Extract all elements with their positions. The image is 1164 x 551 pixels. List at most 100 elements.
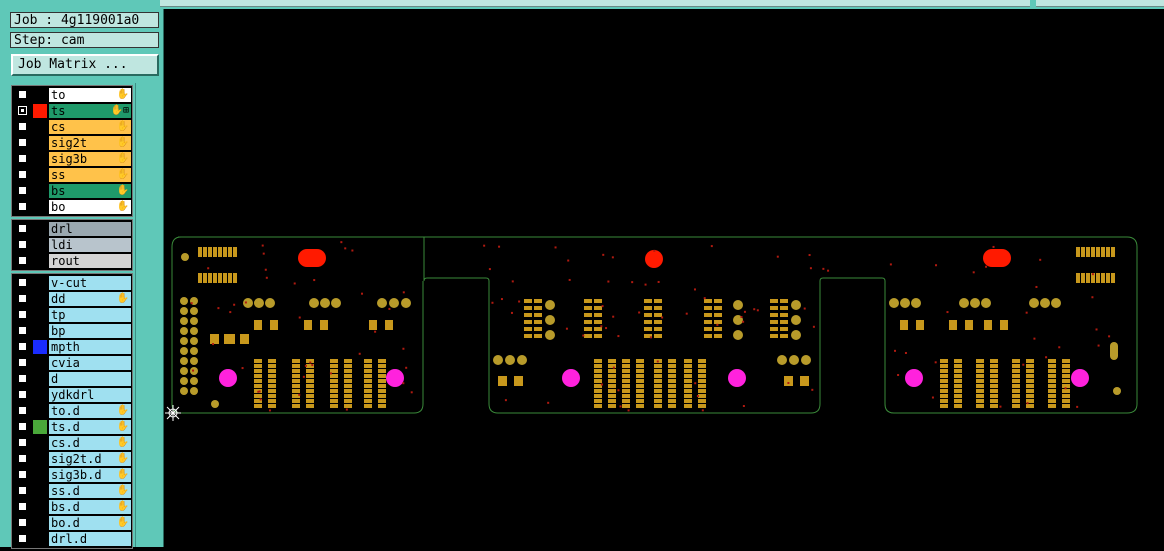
layer-row-dd[interactable]: dd ✋ bbox=[12, 291, 132, 307]
layer-row-ydkdrl[interactable]: ydkdrl bbox=[12, 387, 132, 403]
layer-name[interactable]: rout bbox=[49, 254, 131, 268]
layer-display-color[interactable] bbox=[33, 340, 47, 354]
layer-display-color[interactable] bbox=[33, 388, 47, 402]
layer-select-checkbox[interactable] bbox=[18, 342, 27, 351]
layer-display-color[interactable] bbox=[33, 184, 47, 198]
layer-row-to[interactable]: to ✋ bbox=[12, 87, 132, 103]
layer-row-bs[interactable]: bs ✋ bbox=[12, 183, 132, 199]
layer-select-checkbox[interactable] bbox=[18, 294, 27, 303]
layer-select-checkbox[interactable] bbox=[18, 106, 27, 115]
layer-select-checkbox[interactable] bbox=[18, 138, 27, 147]
layer-display-color[interactable] bbox=[33, 500, 47, 514]
layer-select-checkbox[interactable] bbox=[18, 278, 27, 287]
layer-name[interactable]: drl bbox=[49, 222, 131, 236]
layer-row-to-d[interactable]: to.d ✋ bbox=[12, 403, 132, 419]
layer-display-color[interactable] bbox=[33, 436, 47, 450]
layer-name[interactable]: cs.d ✋ bbox=[49, 436, 131, 450]
layer-select-checkbox[interactable] bbox=[18, 202, 27, 211]
layer-row-sig3b[interactable]: sig3b ✋ bbox=[12, 151, 132, 167]
layer-row-v-cut[interactable]: v-cut bbox=[12, 275, 132, 291]
layer-select-checkbox[interactable] bbox=[18, 186, 27, 195]
layer-select-checkbox[interactable] bbox=[18, 358, 27, 367]
layer-display-color[interactable] bbox=[33, 372, 47, 386]
layer-name[interactable]: drl.d bbox=[49, 532, 131, 546]
layer-select-checkbox[interactable] bbox=[18, 422, 27, 431]
layer-name[interactable]: mpth bbox=[49, 340, 131, 354]
layer-row-tp[interactable]: tp bbox=[12, 307, 132, 323]
layer-row-d[interactable]: d bbox=[12, 371, 132, 387]
layer-name[interactable]: tp bbox=[49, 308, 131, 322]
layer-display-color[interactable] bbox=[33, 152, 47, 166]
layer-display-color[interactable] bbox=[33, 516, 47, 530]
layer-row-cs-d[interactable]: cs.d ✋ bbox=[12, 435, 132, 451]
layer-row-cs[interactable]: cs ✋ bbox=[12, 119, 132, 135]
layer-select-checkbox[interactable] bbox=[18, 310, 27, 319]
layer-row-bo[interactable]: bo ✋ bbox=[12, 199, 132, 215]
layer-row-sig2t[interactable]: sig2t ✋ bbox=[12, 135, 132, 151]
layer-display-color[interactable] bbox=[33, 404, 47, 418]
layer-select-checkbox[interactable] bbox=[18, 470, 27, 479]
layer-row-sig3b-d[interactable]: sig3b.d ✋ bbox=[12, 467, 132, 483]
layer-display-color[interactable] bbox=[33, 420, 47, 434]
layer-select-checkbox[interactable] bbox=[18, 438, 27, 447]
layer-select-checkbox[interactable] bbox=[18, 502, 27, 511]
layer-name[interactable]: ss.d ✋ bbox=[49, 484, 131, 498]
layer-select-checkbox[interactable] bbox=[18, 326, 27, 335]
layer-display-color[interactable] bbox=[33, 222, 47, 236]
layer-select-checkbox[interactable] bbox=[18, 374, 27, 383]
layer-name[interactable]: ydkdrl bbox=[49, 388, 131, 402]
layer-select-checkbox[interactable] bbox=[18, 122, 27, 131]
layer-display-color[interactable] bbox=[33, 292, 47, 306]
layer-row-bp[interactable]: bp bbox=[12, 323, 132, 339]
toolbar-field-right[interactable] bbox=[1036, 0, 1164, 7]
layer-row-ts-d[interactable]: ts.d ✋ bbox=[12, 419, 132, 435]
layer-list-scrollbar[interactable] bbox=[135, 83, 160, 547]
layer-row-mpth[interactable]: mpth bbox=[12, 339, 132, 355]
layer-name[interactable]: ss ✋ bbox=[49, 168, 131, 182]
layer-select-checkbox[interactable] bbox=[18, 256, 27, 265]
layer-row-bo-d[interactable]: bo.d ✋ bbox=[12, 515, 132, 531]
layer-select-checkbox[interactable] bbox=[18, 534, 27, 543]
layer-row-bs-d[interactable]: bs.d ✋ bbox=[12, 499, 132, 515]
layer-name[interactable]: bo.d ✋ bbox=[49, 516, 131, 530]
layer-select-checkbox[interactable] bbox=[18, 454, 27, 463]
layer-display-color[interactable] bbox=[33, 356, 47, 370]
layer-display-color[interactable] bbox=[33, 88, 47, 102]
layer-select-checkbox[interactable] bbox=[18, 406, 27, 415]
layer-select-checkbox[interactable] bbox=[18, 90, 27, 99]
layer-row-cvia[interactable]: cvia bbox=[12, 355, 132, 371]
layer-select-checkbox[interactable] bbox=[18, 170, 27, 179]
layer-select-checkbox[interactable] bbox=[18, 486, 27, 495]
toolbar-field[interactable] bbox=[160, 0, 1030, 7]
layer-display-color[interactable] bbox=[33, 120, 47, 134]
layer-name[interactable]: v-cut bbox=[49, 276, 131, 290]
layer-display-color[interactable] bbox=[33, 468, 47, 482]
layer-name[interactable]: sig2t.d ✋ bbox=[49, 452, 131, 466]
layer-name[interactable]: cs ✋ bbox=[49, 120, 131, 134]
layer-display-color[interactable] bbox=[33, 324, 47, 338]
layer-name[interactable]: dd ✋ bbox=[49, 292, 131, 306]
layer-name[interactable]: ts.d ✋ bbox=[49, 420, 131, 434]
layer-name[interactable]: sig2t ✋ bbox=[49, 136, 131, 150]
layer-name[interactable]: cvia bbox=[49, 356, 131, 370]
layer-display-color[interactable] bbox=[33, 452, 47, 466]
layer-row-ts[interactable]: ts ✋⊞ bbox=[12, 103, 132, 119]
layer-name[interactable]: d bbox=[49, 372, 131, 386]
layer-name[interactable]: bs.d ✋ bbox=[49, 500, 131, 514]
layer-display-color[interactable] bbox=[33, 532, 47, 546]
layer-display-color[interactable] bbox=[33, 238, 47, 252]
layer-name[interactable]: ldi bbox=[49, 238, 131, 252]
layer-name[interactable]: bo ✋ bbox=[49, 200, 131, 214]
layer-select-checkbox[interactable] bbox=[18, 154, 27, 163]
layer-row-drl-d[interactable]: drl.d bbox=[12, 531, 132, 547]
layer-display-color[interactable] bbox=[33, 308, 47, 322]
layer-select-checkbox[interactable] bbox=[18, 240, 27, 249]
layer-select-checkbox[interactable] bbox=[18, 224, 27, 233]
layer-name[interactable]: sig3b ✋ bbox=[49, 152, 131, 166]
layer-row-ss[interactable]: ss ✋ bbox=[12, 167, 132, 183]
job-matrix-button[interactable]: Job Matrix ... bbox=[11, 54, 159, 76]
layer-name[interactable]: bp bbox=[49, 324, 131, 338]
layer-name[interactable]: to.d ✋ bbox=[49, 404, 131, 418]
layer-row-ldi[interactable]: ldi bbox=[12, 237, 132, 253]
graphic-canvas[interactable] bbox=[164, 9, 1164, 547]
